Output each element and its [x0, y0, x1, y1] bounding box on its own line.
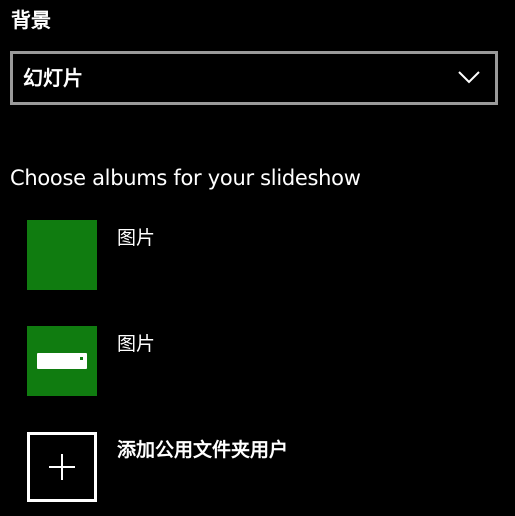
chevron-down-icon — [458, 71, 480, 84]
background-heading: 背景 — [11, 8, 51, 32]
background-dropdown-value: 幻灯片 — [23, 66, 83, 90]
album-item-pictures-2[interactable]: 图片 — [27, 326, 497, 396]
add-folder-label: 添加公用文件夹用户 — [117, 439, 289, 461]
add-folder-item[interactable]: 添加公用文件夹用户 — [27, 432, 497, 502]
add-folder-tile[interactable] — [27, 432, 97, 502]
plus-icon — [49, 454, 75, 480]
album-thumbnail — [27, 326, 97, 396]
background-dropdown[interactable]: 幻灯片 — [10, 51, 498, 105]
album-label: 图片 — [117, 333, 156, 355]
drive-icon — [37, 353, 87, 369]
albums-heading: Choose albums for your slideshow — [10, 166, 361, 190]
album-item-pictures-1[interactable]: 图片 — [27, 220, 497, 290]
album-thumbnail — [27, 220, 97, 290]
album-label: 图片 — [117, 227, 156, 249]
